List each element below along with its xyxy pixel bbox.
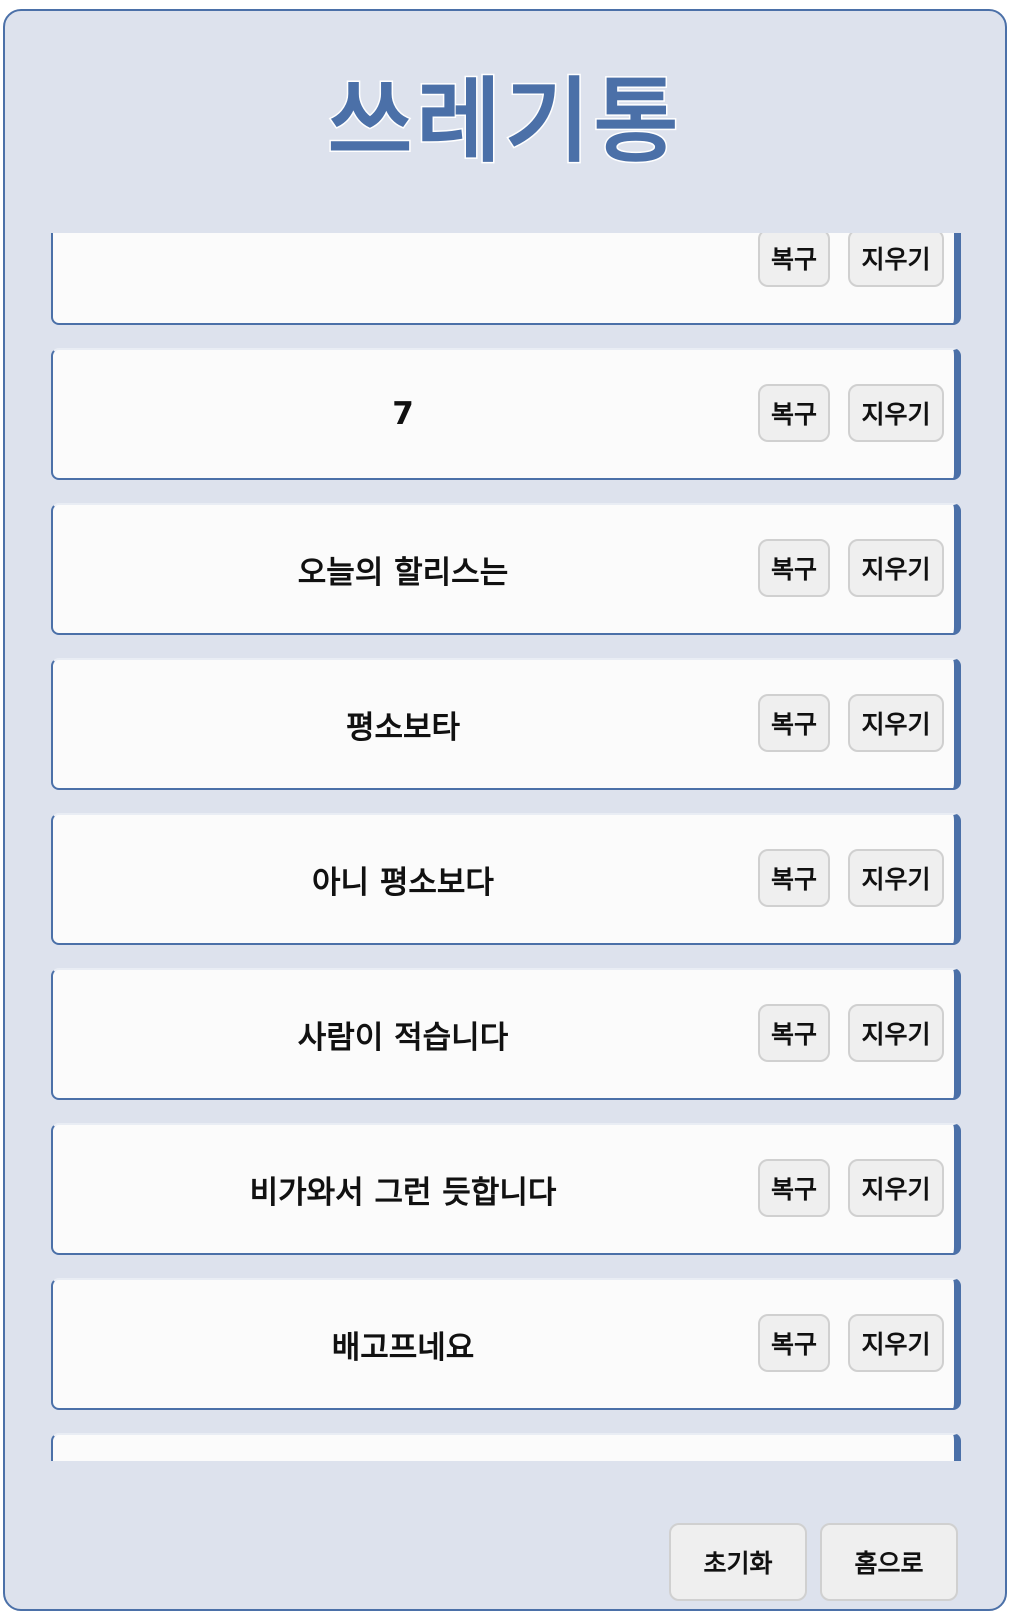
delete-button[interactable]: 지우기 [848, 694, 944, 752]
delete-button[interactable]: 지우기 [848, 849, 944, 907]
restore-button[interactable]: 복구 [758, 1004, 830, 1062]
trash-item-text: 휴지통 휴지통 [53, 1435, 753, 1461]
trash-item: 사람이 적습니다 복구 지우기 [51, 968, 961, 1100]
trash-item: 배고프네요 복구 지우기 [51, 1278, 961, 1410]
trash-item: 평소보타 복구 지우기 [51, 658, 961, 790]
delete-button[interactable]: 지우기 [848, 384, 944, 442]
trash-list[interactable]: 복구 지우기 7 복구 지우기 오늘의 할리스는 복구 지우기 평소보타 복구 … [51, 233, 961, 1461]
restore-button[interactable]: 복구 [758, 694, 830, 752]
home-button[interactable]: 홈으로 [820, 1523, 958, 1601]
delete-button[interactable]: 지우기 [848, 1004, 944, 1062]
trash-item: 휴지통 휴지통 복구 지우기 [51, 1433, 961, 1461]
restore-button[interactable]: 복구 [758, 233, 830, 287]
delete-button[interactable]: 지우기 [848, 1159, 944, 1217]
trash-item-text: 비가와서 그런 듯합니다 [249, 1174, 557, 1211]
trash-item-text: 7 [392, 396, 414, 432]
trash-item: 복구 지우기 [51, 233, 961, 325]
trash-item: 오늘의 할리스는 복구 지우기 [51, 503, 961, 635]
restore-button[interactable]: 복구 [758, 539, 830, 597]
delete-button[interactable]: 지우기 [848, 233, 944, 287]
page-title: 쓰레기통 [326, 68, 683, 175]
restore-button[interactable]: 복구 [758, 1159, 830, 1217]
trash-item-text: 배고프네요 [331, 1329, 475, 1366]
delete-button[interactable]: 지우기 [848, 539, 944, 597]
trash-item: 7 복구 지우기 [51, 348, 961, 480]
trash-item-text: 평소보타 [345, 709, 461, 746]
reset-button[interactable]: 초기화 [669, 1523, 807, 1601]
trash-item-text [53, 233, 753, 323]
trash-item-text: 아니 평소보다 [312, 864, 494, 901]
restore-button[interactable]: 복구 [758, 849, 830, 907]
trash-list-inner: 복구 지우기 7 복구 지우기 오늘의 할리스는 복구 지우기 평소보타 복구 … [51, 233, 961, 1461]
delete-button[interactable]: 지우기 [848, 1314, 944, 1372]
trash-item-text: 사람이 적습니다 [297, 1019, 509, 1056]
trash-item: 비가와서 그런 듯합니다 복구 지우기 [51, 1123, 961, 1255]
trash-item-text: 오늘의 할리스는 [297, 554, 509, 591]
restore-button[interactable]: 복구 [758, 1314, 830, 1372]
trash-item: 아니 평소보다 복구 지우기 [51, 813, 961, 945]
restore-button[interactable]: 복구 [758, 384, 830, 442]
trash-panel: 쓰레기통 복구 지우기 7 복구 지우기 오늘의 할리스는 복구 지우기 평소보… [3, 9, 1007, 1611]
